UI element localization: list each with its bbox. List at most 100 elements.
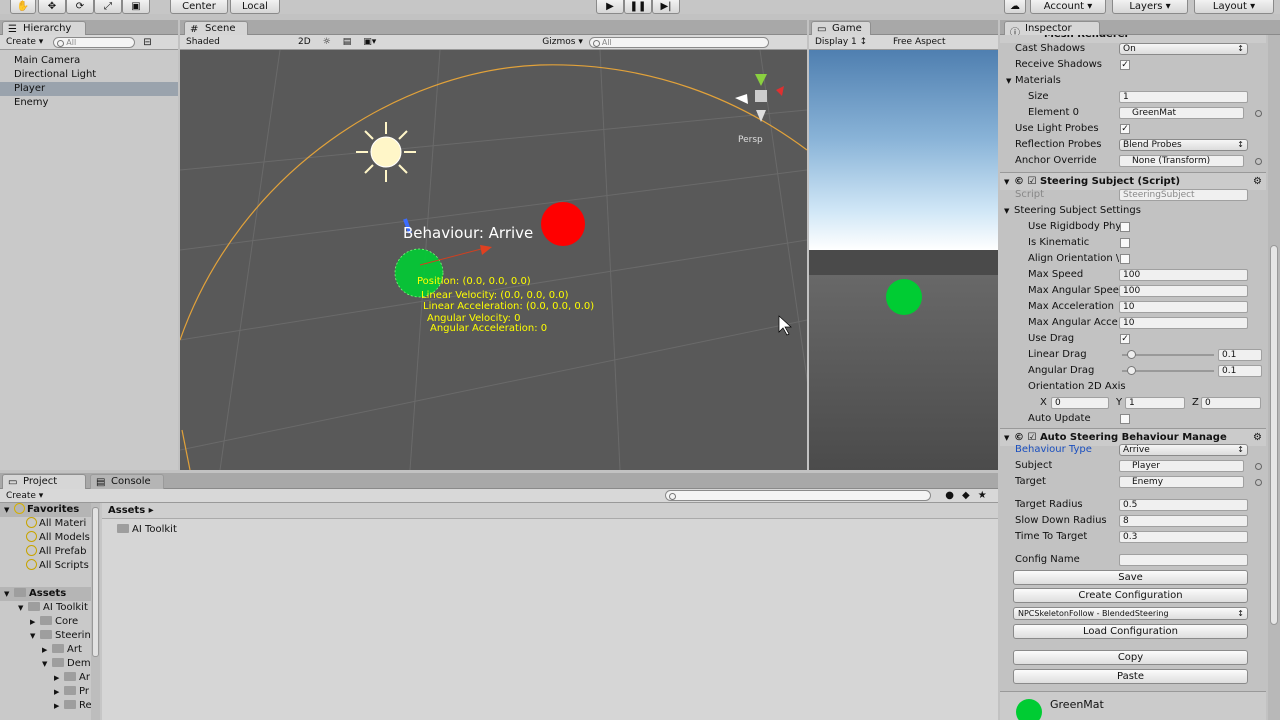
object-picker-icon[interactable] [1255,463,1262,470]
hierarchy-create-dropdown[interactable]: Create ▾ [0,37,49,47]
audio-icon[interactable]: ▤ [337,37,358,47]
tab-scene[interactable]: # Scene [184,21,248,35]
tab-project[interactable]: ▭ Project [2,474,86,489]
tree-arrow-icon[interactable]: ▼ [30,629,40,643]
pivot-center-button[interactable]: Center [170,0,228,14]
scene-viewport[interactable]: Behaviour: Arrive Position: (0.0, 0.0, 0… [180,50,807,470]
popup-field[interactable]: On [1119,43,1248,55]
rotate-tool-icon[interactable]: ⟳ [66,0,94,14]
z-field[interactable]: 0 [1201,397,1261,409]
value-field[interactable]: 10 [1119,301,1248,313]
gizmos-dropdown[interactable]: Gizmos ▾ [536,37,589,47]
object-picker-icon[interactable] [1255,158,1262,165]
hierarchy-item[interactable]: Enemy [0,96,178,110]
checkbox[interactable]: ✓ [1120,334,1130,344]
checkbox[interactable]: ✓ [1120,60,1130,70]
tree-item[interactable]: ▼ Steerin [0,629,100,643]
favorite-item[interactable]: All Prefab [0,545,100,559]
aspect-dropdown[interactable]: Free Aspect [887,37,952,47]
script-field[interactable]: SteeringSubject [1119,189,1248,201]
tree-arrow-icon[interactable]: ▶ [30,615,40,629]
value-field[interactable]: 100 [1119,269,1248,281]
rect-tool-icon[interactable]: ▣ [122,0,150,14]
tree-arrow-icon[interactable]: ▼ [18,601,28,615]
tree-item[interactable]: ▶ Core [0,615,100,629]
slider-value-field[interactable]: 0.1 [1218,349,1262,361]
favorites-header[interactable]: ▼ Favorites [0,503,100,517]
favorite-item[interactable]: All Models [0,531,100,545]
copy-button[interactable]: Copy [1013,650,1248,665]
scene-search-input[interactable]: All [588,36,769,48]
persp-label[interactable]: Persp [738,135,763,145]
tab-hierarchy[interactable]: ☰ Hierarchy [2,21,86,35]
favorite-item[interactable]: All Scripts [0,559,100,573]
object-field[interactable]: Enemy [1119,476,1244,488]
save-button[interactable]: Save [1013,570,1248,585]
directional-light-icon[interactable] [356,122,416,182]
y-field[interactable]: 1 [1125,397,1185,409]
value-field[interactable]: 0.5 [1119,499,1248,511]
pivot-local-button[interactable]: Local [230,0,280,14]
cloud-icon[interactable]: ☁ [1004,0,1026,14]
hierarchy-search-input[interactable]: All [53,36,136,48]
filter-icon[interactable]: ⊟ [143,37,151,48]
mode-2d-button[interactable]: 2D [292,37,317,47]
favorite-item[interactable]: All Materi [0,517,100,531]
checkbox[interactable] [1120,222,1130,232]
hierarchy-item[interactable]: Main Camera [0,54,178,68]
favorites-star-icon[interactable]: ★ [978,490,987,501]
inspector-scrollbar[interactable] [1268,35,1280,720]
slider-knob[interactable] [1127,366,1136,375]
effects-icon[interactable]: ▣▾ [357,37,382,47]
tree-item[interactable]: ▼ Demo [0,657,100,671]
checkbox[interactable] [1120,238,1130,248]
auto-update-checkbox[interactable] [1120,414,1130,424]
assets-header[interactable]: ▼ Assets [0,587,100,601]
slider-value-field[interactable]: 0.1 [1218,365,1262,377]
tree-item[interactable]: ▶ Re [0,699,100,713]
inspector-scroll-thumb[interactable] [1270,245,1278,625]
object-picker-icon[interactable] [1255,110,1262,117]
object-field[interactable]: Player [1119,460,1244,472]
tree-arrow-icon[interactable]: ▶ [54,685,64,699]
paste-button[interactable]: Paste [1013,669,1248,684]
lighting-icon[interactable]: ☼ [317,37,337,47]
breadcrumb-assets[interactable]: Assets [108,505,145,516]
value-field[interactable]: 10 [1119,317,1248,329]
value-field[interactable]: 0.3 [1119,531,1248,543]
project-create-dropdown[interactable]: Create ▾ [0,491,49,501]
tab-inspector[interactable]: ⓘ Inspector [1004,21,1100,39]
object-picker-icon[interactable] [1255,479,1262,486]
tree-item[interactable]: ▶ Art [0,643,100,657]
move-tool-icon[interactable]: ✥ [38,0,66,14]
tab-console[interactable]: ▤ Console [90,474,164,489]
material-preview-header[interactable]: GreenMat [1000,691,1266,720]
account-dropdown[interactable]: Account ▾ [1030,0,1106,14]
search-by-type-icon[interactable]: ● [945,490,954,501]
search-by-label-icon[interactable]: ◆ [962,490,970,501]
asset-folder-item[interactable]: AI Toolkit [102,519,998,537]
object-field[interactable]: GreenMat [1119,107,1244,119]
load-configuration-button[interactable]: Load Configuration [1013,624,1248,639]
play-button[interactable]: ▶ [596,0,624,14]
slider-knob[interactable] [1127,350,1136,359]
value-field[interactable]: 1 [1119,91,1248,103]
orientation-gizmo[interactable] [735,74,784,122]
layout-dropdown[interactable]: Layout ▾ [1194,0,1274,14]
create-configuration-button[interactable]: Create Configuration [1013,588,1248,603]
value-field[interactable]: 8 [1119,515,1248,527]
tree-item[interactable]: ▼ AI Toolkit [0,601,100,615]
display-dropdown[interactable]: Display 1 ↕ [809,37,887,47]
checkbox[interactable]: ✓ [1120,124,1130,134]
tree-arrow-icon[interactable]: ▶ [54,671,64,685]
hierarchy-item-selected[interactable]: Player [0,82,178,96]
checkbox[interactable] [1120,254,1130,264]
object-field[interactable]: None (Transform) [1119,155,1244,167]
hand-tool-icon[interactable]: ✋ [10,0,36,14]
drag-slider[interactable] [1122,350,1214,359]
tree-arrow-icon[interactable]: ▶ [54,699,64,713]
tree-item[interactable]: ▶ Pr [0,685,100,699]
project-search-input[interactable] [665,490,932,501]
steering-settings-foldout[interactable]: ▼ Steering Subject Settings [1000,203,1266,219]
shading-dropdown[interactable]: Shaded [180,37,292,47]
